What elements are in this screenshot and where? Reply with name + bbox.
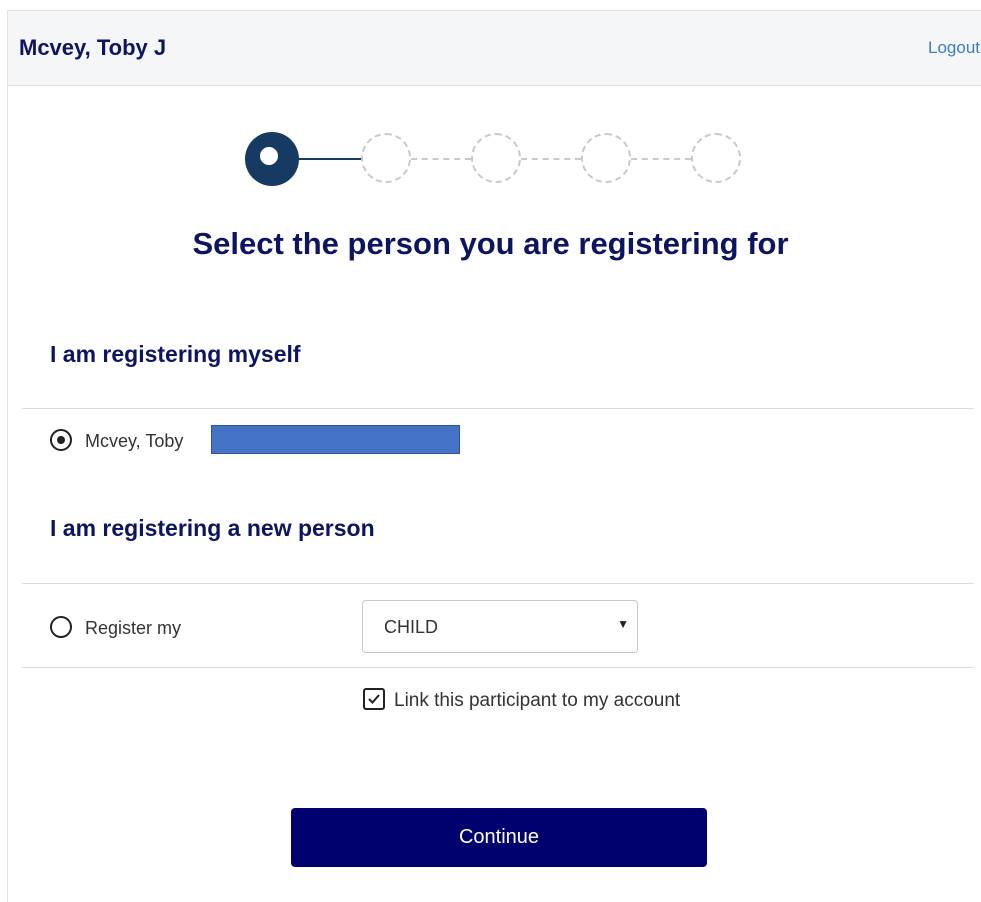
logout-link[interactable]: Logout <box>928 38 980 58</box>
divider <box>22 583 974 584</box>
link-account-checkbox[interactable] <box>363 688 385 710</box>
self-section-heading: I am registering myself <box>50 341 301 367</box>
step-connector-4 <box>631 158 691 160</box>
step-connector-1 <box>297 158 363 160</box>
progress-stepper <box>245 132 745 192</box>
user-name: Mcvey, Toby J <box>19 35 167 60</box>
relation-select[interactable]: CHILD ▼ <box>362 600 638 653</box>
new-person-option-label: Register my <box>85 618 182 638</box>
page-title: Select the person you are registering fo… <box>192 226 789 261</box>
step-connector-2 <box>411 158 471 160</box>
continue-button[interactable]: Continue <box>291 808 707 867</box>
step-2-indicator <box>361 133 411 183</box>
new-person-section-heading: I am registering a new person <box>50 515 375 541</box>
step-4-indicator <box>581 133 631 183</box>
step-connector-3 <box>521 158 581 160</box>
step-5-indicator <box>691 133 741 183</box>
step-1-inner-dot <box>260 147 278 165</box>
checkmark-icon <box>368 694 380 704</box>
register-new-person-radio[interactable] <box>50 616 72 638</box>
relation-select-value: CHILD <box>384 617 439 637</box>
redacted-name-block <box>211 425 460 454</box>
self-option-label: Mcvey, Toby <box>85 431 184 451</box>
divider <box>22 667 974 668</box>
step-1-active-indicator <box>245 132 299 186</box>
step-3-indicator <box>471 133 521 183</box>
link-account-label: Link this participant to my account <box>394 690 681 711</box>
dropdown-arrow-icon: ▼ <box>617 617 629 631</box>
register-self-radio[interactable] <box>50 429 72 451</box>
page-header: Mcvey, Toby J Logout <box>8 11 981 86</box>
divider <box>22 408 974 409</box>
